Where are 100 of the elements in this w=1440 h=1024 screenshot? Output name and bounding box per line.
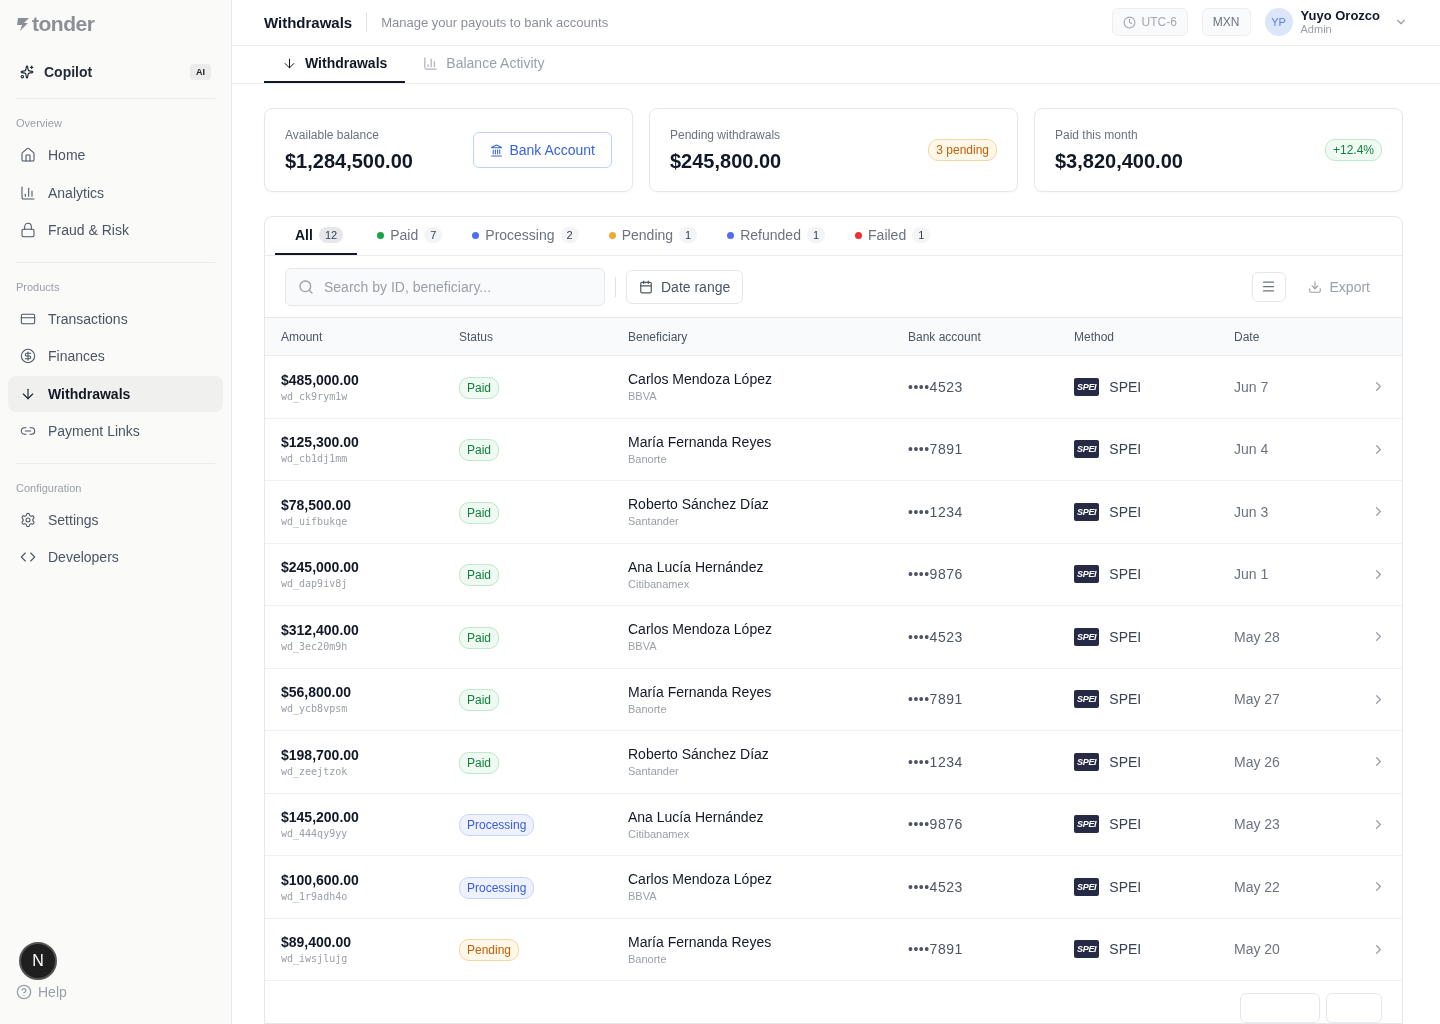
method-logo: SPEI: [1074, 502, 1100, 521]
code-icon: [20, 549, 36, 565]
status-badge: Paid: [459, 751, 500, 774]
date-text: May 27: [1234, 691, 1280, 708]
filter-tab[interactable]: All 12: [275, 217, 358, 255]
amount-text: $198,700.00: [281, 746, 360, 763]
count-badge: 12: [318, 227, 344, 243]
sparkle-icon: [20, 65, 34, 79]
filter-tab[interactable]: Refunded 1: [707, 217, 836, 255]
beneficiary-name: Carlos Mendoza López: [628, 371, 773, 388]
card-value: $1,284,500.00: [285, 149, 413, 173]
filter-tab[interactable]: Paid 7: [357, 217, 453, 255]
bar-chart-icon: [423, 55, 439, 71]
amount-text: $56,800.00: [281, 684, 353, 701]
bank-account: ••••9876: [908, 816, 964, 833]
calendar-icon: [639, 279, 653, 294]
dev-tools-badge[interactable]: N: [19, 942, 57, 980]
lock-icon: [20, 222, 36, 238]
sidebar-item[interactable]: Analytics: [8, 174, 223, 211]
amount-text: $312,400.00: [281, 621, 360, 638]
clock-icon: [1122, 15, 1136, 29]
search-field[interactable]: Search by ID, beneficiary...: [285, 267, 605, 306]
date-text: May 26: [1234, 753, 1280, 770]
method-text: SPEI: [1109, 941, 1142, 958]
bank-name: Banorte: [628, 952, 668, 965]
date-text: Jun 1: [1234, 566, 1269, 583]
withdrawal-id: wd_3ec20m9h: [281, 640, 349, 652]
sidebar-item[interactable]: Payment Links: [8, 413, 223, 449]
sidebar-item[interactable]: Withdrawals: [8, 375, 223, 412]
beneficiary-name: Ana Lucía Hernández: [628, 558, 765, 575]
section-title: Products: [15, 279, 61, 295]
filter-tab[interactable]: Processing 2: [452, 217, 589, 255]
status-badge: Processing: [459, 814, 535, 837]
date-text: Jun 3: [1234, 503, 1269, 520]
date-text: Jun 7: [1234, 378, 1269, 395]
amount-text: $78,500.00: [281, 496, 353, 513]
bank-account: ••••1234: [908, 503, 964, 520]
count-badge: 2: [560, 227, 579, 243]
page-tab[interactable]: Withdrawals: [264, 45, 406, 83]
count-badge: 1: [806, 227, 826, 243]
sidebar-item[interactable]: Home: [8, 137, 223, 173]
bank-account-button[interactable]: Bank Account: [473, 132, 612, 168]
card-label: Paid this month: [1055, 127, 1139, 142]
search-icon: [298, 278, 314, 295]
withdrawal-id: wd_zeejtzok: [281, 765, 349, 777]
amount-text: $89,400.00: [281, 934, 353, 951]
sidebar-item[interactable]: Transactions: [8, 300, 223, 337]
sidebar-item[interactable]: Settings: [8, 501, 223, 538]
status-badge: Paid: [459, 439, 500, 462]
method-logo: SPEI: [1074, 440, 1100, 459]
method-text: SPEI: [1109, 816, 1142, 833]
sidebar-item[interactable]: Finances: [8, 338, 223, 374]
bank-name: Banorte: [628, 702, 668, 715]
bank-account: ••••4523: [908, 628, 964, 645]
bank-account: ••••7891: [908, 941, 964, 958]
date-text: May 20: [1234, 941, 1280, 958]
download-icon: [1307, 279, 1322, 294]
bar-chart-icon: [20, 184, 36, 201]
columns-button[interactable]: [1251, 271, 1286, 302]
dollar-coin-icon: [20, 348, 36, 364]
method-logo: SPEI: [1074, 815, 1100, 834]
copilot-item[interactable]: Copilot AI: [8, 58, 223, 86]
bank-name: Santander: [628, 515, 680, 528]
page-subtitle: Manage your payouts to bank accounts: [381, 14, 609, 30]
home-icon: [20, 147, 36, 163]
method-logo: SPEI: [1074, 690, 1100, 709]
help-icon: [16, 984, 32, 1000]
user-role: Admin: [1300, 23, 1333, 36]
withdrawal-id: wd_ycb8vpsm: [281, 703, 349, 715]
method-text: SPEI: [1109, 878, 1142, 895]
pending-badge: 3 pending: [928, 139, 997, 161]
bank-name: Santander: [628, 765, 680, 778]
withdrawal-id: wd_iwsjlujg: [281, 953, 349, 965]
beneficiary-name: Roberto Sánchez Díaz: [628, 496, 770, 513]
search-input[interactable]: Search by ID, beneficiary...: [322, 277, 592, 296]
filter-tab[interactable]: Failed 1: [835, 217, 941, 255]
bank-account: ••••7891: [908, 441, 964, 458]
count-badge: 1: [912, 227, 931, 243]
bank-account: ••••7891: [908, 691, 964, 708]
withdrawal-id: wd_dap9iv8j: [281, 578, 349, 590]
bank-name: BBVA: [628, 890, 658, 903]
method-logo: SPEI: [1074, 752, 1100, 771]
date-range-button[interactable]: Date range: [626, 269, 744, 304]
bank-name: Citibanamex: [628, 827, 691, 840]
sidebar-item[interactable]: Fraud & Risk: [8, 212, 223, 248]
currency-chip[interactable]: MXN: [1201, 8, 1251, 37]
user-name: Yuyo Orozco: [1300, 9, 1380, 24]
withdrawal-id: wd_uifbukqe: [281, 515, 349, 527]
amount-text: $125,300.00: [281, 434, 360, 451]
status-badge: Paid: [459, 376, 500, 399]
bank-account: ••••4523: [908, 878, 964, 895]
column-header: Method: [1074, 329, 1116, 344]
sidebar-item[interactable]: Developers: [8, 539, 223, 575]
page-title: Withdrawals: [264, 13, 353, 31]
bank-account: ••••1234: [908, 753, 964, 770]
card-label: Available balance: [285, 127, 380, 142]
filter-tab[interactable]: Pending 1: [588, 217, 708, 255]
amount-text: $485,000.00: [281, 371, 360, 388]
section-title: Overview: [15, 116, 63, 131]
section-title: Configuration: [15, 480, 83, 496]
